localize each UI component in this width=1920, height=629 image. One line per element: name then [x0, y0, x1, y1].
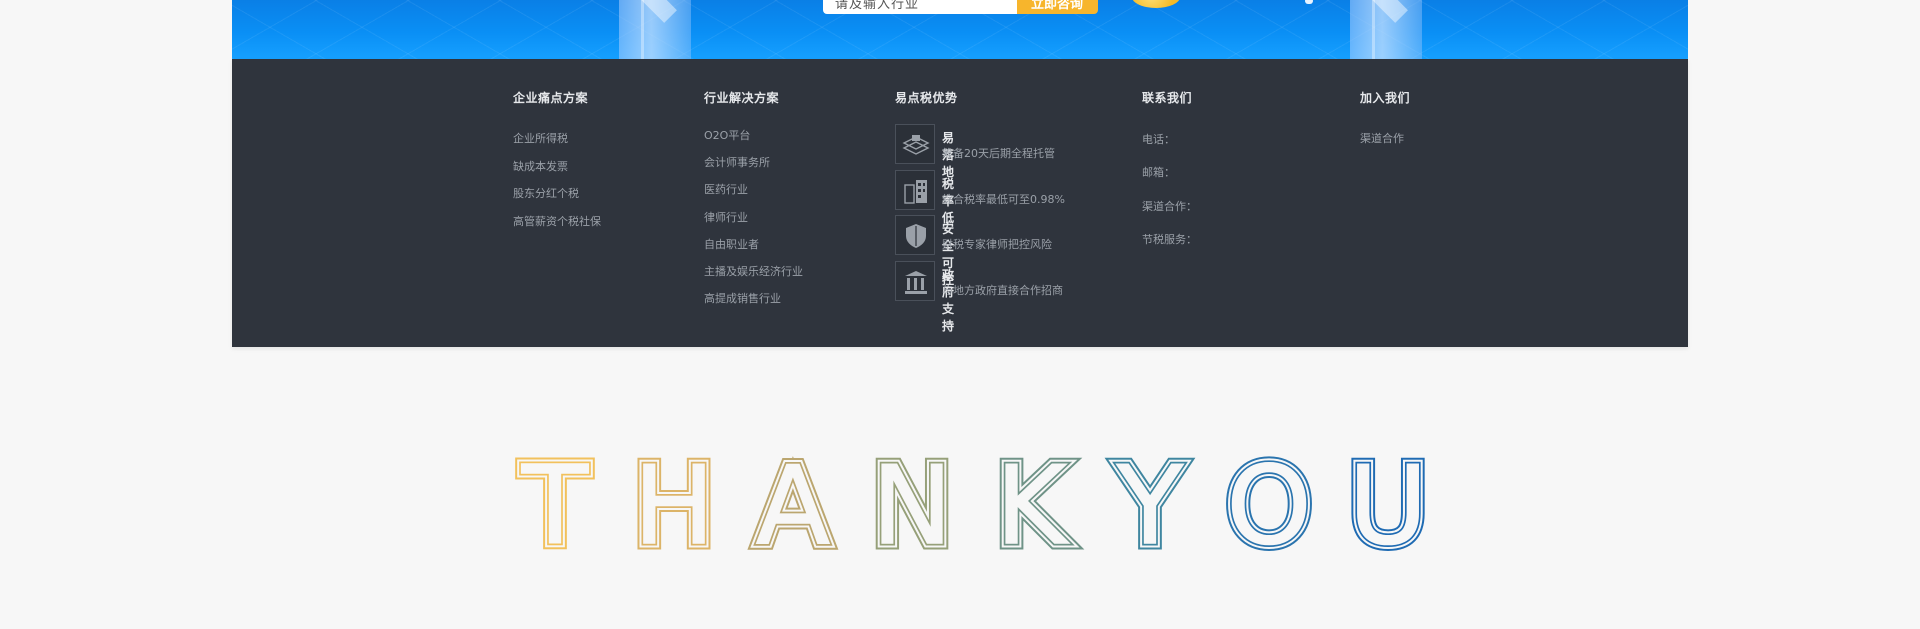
footer-link[interactable]: O2O平台 — [704, 127, 803, 154]
footer-column-advantages: 易点税优势 易落地 筹备20天后期全程托管 税率低 综合税率最低可至0.98% … — [895, 89, 1065, 333]
contact-channel: 渠道合作： — [1142, 199, 1197, 213]
government-icon — [895, 260, 935, 301]
advantage-item: 易落地 筹备20天后期全程托管 — [895, 124, 1055, 179]
platform-icon — [895, 124, 935, 164]
advantage-desc: 财税专家律师把控风险 — [942, 238, 1052, 251]
thank-you-letter: H — [633, 445, 714, 565]
thank-you-letter: Y — [1116, 445, 1184, 565]
footer-link-channel[interactable]: 渠道合作 — [1360, 130, 1410, 146]
footer-column-pain-points: 企业痛点方案 企业所得税 缺成本发票 股东分红个税 高管薪资个税社保 — [513, 89, 601, 240]
footer-column-industry: 行业解决方案 O2O平台 会计师事务所 医药行业 律师行业 自由职业者 主播及娱… — [704, 89, 803, 317]
footer-link[interactable]: 股东分红个税 — [513, 185, 601, 213]
thank-you-letter: A — [756, 445, 830, 565]
contact-tax-service: 节税服务： — [1142, 232, 1197, 246]
advantage-desc: 与地方政府直接合作招商 — [942, 283, 1063, 297]
contact-email: 邮箱： — [1142, 166, 1175, 180]
footer-column-title: 企业痛点方案 — [513, 91, 589, 105]
site-footer: 企业痛点方案 企业所得税 缺成本发票 股东分红个税 高管薪资个税社保 行业解决方… — [232, 59, 1688, 347]
footer-link[interactable]: 主播及娱乐经济行业 — [704, 263, 803, 290]
footer-link[interactable]: 企业所得税 — [513, 130, 601, 158]
page: 请及输入行业 立即咨询 企业痛点方案 企业所得税 缺成本发票 股东分红个税 高管… — [0, 0, 1920, 629]
building-icon — [895, 169, 935, 210]
footer-link[interactable]: 自由职业者 — [704, 236, 803, 263]
thank-you-letter: T — [521, 445, 589, 565]
thank-you-letter: N — [872, 445, 953, 565]
footer-link[interactable]: 高提成销售行业 — [704, 290, 803, 317]
advantage-item: 安全可控 财税专家律师把控风险 — [895, 215, 1052, 287]
advantage-desc: 筹备20天后期全程托管 — [942, 147, 1055, 160]
footer-link[interactable]: 缺成本发票 — [513, 158, 601, 186]
search-button[interactable]: 立即咨询 — [1017, 0, 1098, 14]
footer-link[interactable]: 医药行业 — [704, 181, 803, 208]
thank-you-letter: K — [996, 445, 1070, 565]
thank-you-heading: TTTT HHHH AAAA NNNN KKKK YYYY OOOO UUUU — [515, 445, 1435, 565]
footer-column-title: 联系我们 — [1142, 91, 1193, 105]
contact-phone: 电话： — [1142, 133, 1175, 146]
hero-banner: 请及输入行业 立即咨询 — [232, 0, 1688, 59]
footer-column-title: 行业解决方案 — [704, 91, 780, 105]
sparkle-icon — [1305, 0, 1313, 4]
shield-icon — [895, 215, 935, 255]
footer-link[interactable]: 律师行业 — [704, 209, 803, 236]
advantage-item: 政府支持 与地方政府直接合作招商 — [895, 260, 1063, 333]
footer-link[interactable]: 会计师事务所 — [704, 154, 803, 181]
search-placeholder: 请及输入行业 — [835, 0, 920, 12]
search-input[interactable]: 请及输入行业 — [823, 0, 1017, 14]
thank-you-letter: O — [1226, 445, 1311, 565]
search-button-label: 立即咨询 — [1031, 0, 1084, 12]
footer-column-contact: 联系我们 电话： 邮箱： 渠道合作： 节税服务： — [1142, 89, 1197, 264]
footer-column-title: 易点税优势 — [895, 91, 958, 105]
thank-you-letter: U — [1348, 445, 1427, 565]
advantage-item: 税率低 综合税率最低可至0.98% — [895, 169, 1065, 225]
footer-link[interactable]: 高管薪资个税社保 — [513, 213, 601, 241]
hero-pillar-right — [1350, 0, 1422, 59]
footer-column-title: 加入我们 — [1360, 91, 1411, 105]
advantage-title: 政府支持 — [942, 267, 955, 333]
hero-pillar-left — [619, 0, 691, 59]
advantage-desc: 综合税率最低可至0.98% — [942, 192, 1065, 206]
footer-column-join: 加入我们 渠道合作 — [1360, 89, 1410, 146]
